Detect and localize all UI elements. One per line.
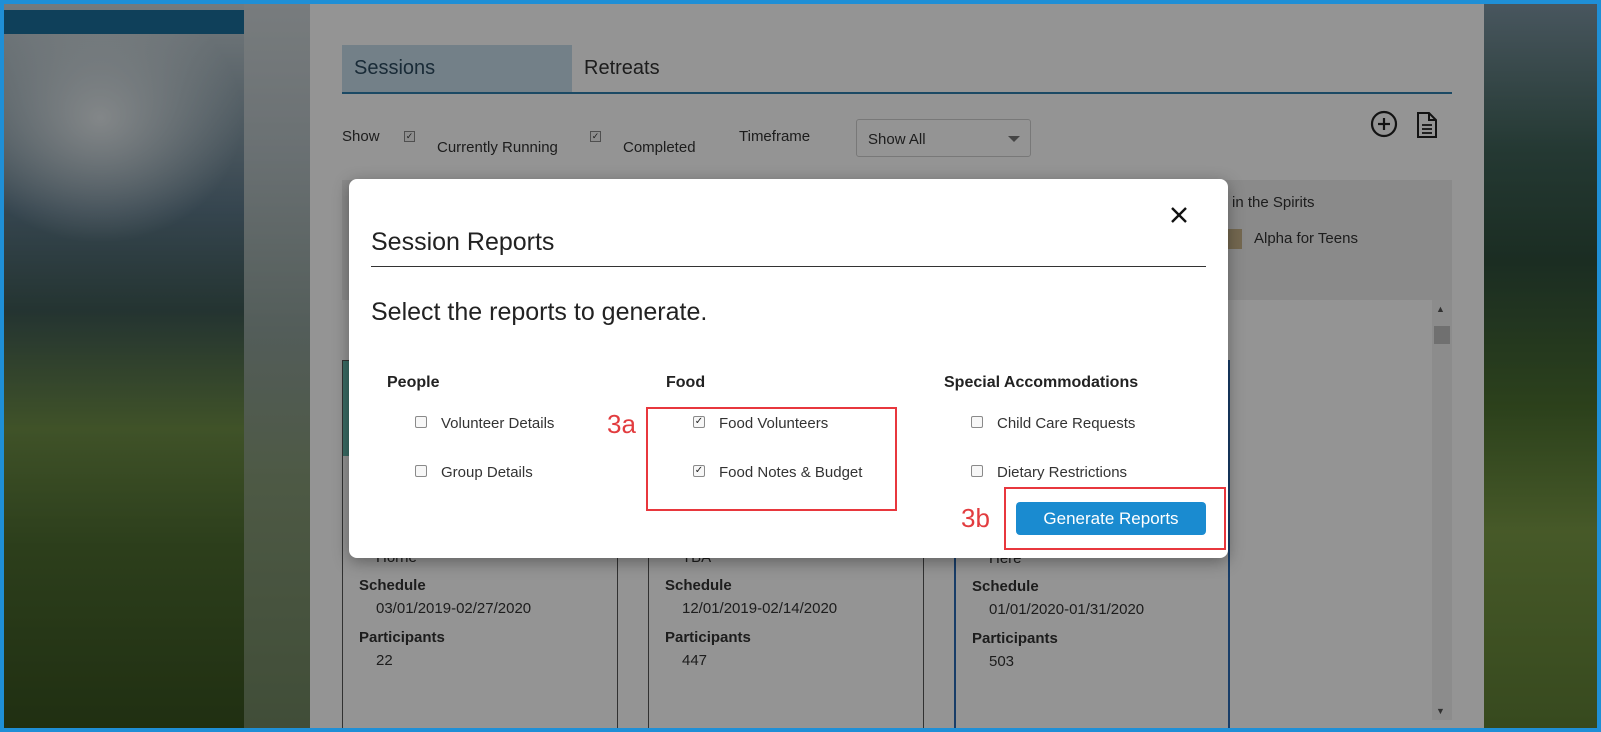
volunteer-details-label: Volunteer Details (441, 415, 555, 432)
card-schedule-label: Schedule (665, 577, 732, 594)
people-heading: People (387, 374, 440, 391)
legend-item-spirits: in the Spirits (1232, 194, 1315, 211)
tab-retreats[interactable]: Retreats (572, 45, 772, 92)
card-participants: 22 (376, 652, 393, 669)
currently-running-label: Currently Running (437, 139, 558, 156)
show-label: Show (342, 128, 380, 145)
background-landscape-right (1484, 4, 1597, 728)
completed-label: Completed (623, 139, 696, 156)
food-notes-budget-label: Food Notes & Budget (719, 464, 863, 481)
card-participants-label: Participants (359, 629, 445, 646)
food-notes-budget-checkbox[interactable]: ✓ (693, 465, 705, 477)
completed-checkbox[interactable]: ✓ (590, 131, 601, 142)
timeframe-select[interactable]: Show All (856, 119, 1031, 157)
modal-subtitle: Select the reports to generate. (371, 298, 708, 326)
annotation-label-3b: 3b (961, 503, 990, 533)
group-details-checkbox[interactable] (415, 465, 427, 477)
dietary-restrictions-label: Dietary Restrictions (997, 464, 1128, 481)
child-care-requests-label: Child Care Requests (997, 415, 1136, 432)
card-schedule: 01/01/2020-01/31/2020 (989, 601, 1145, 618)
card-schedule: 03/01/2019-02/27/2020 (376, 600, 532, 617)
child-care-requests-checkbox[interactable] (971, 416, 983, 428)
timeframe-label: Timeframe (739, 128, 811, 145)
currently-running-checkbox[interactable]: ✓ (404, 131, 415, 142)
scroll-up-icon[interactable]: ▲ (1436, 304, 1445, 314)
card-participants: 447 (682, 652, 708, 669)
scrollbar-track[interactable] (1432, 300, 1452, 720)
background-strip (244, 4, 310, 728)
annotation-label-3a: 3a (607, 409, 636, 439)
timeframe-select-value: Show All (868, 131, 926, 148)
group-details-label: Group Details (441, 464, 533, 481)
document-icon[interactable] (1412, 110, 1442, 140)
screenshot-frame: Sessions Retreats Show ✓ Currently Runni… (0, 0, 1601, 732)
food-volunteers-label: Food Volunteers (719, 415, 829, 432)
food-volunteers-checkbox[interactable]: ✓ (693, 416, 705, 428)
card-schedule-label: Schedule (359, 577, 426, 594)
tab-bar: Sessions Retreats (342, 45, 1452, 94)
add-circle-icon[interactable] (1370, 110, 1400, 140)
modal-title: Session Reports (371, 228, 555, 256)
card-schedule-label: Schedule (972, 578, 1039, 595)
chevron-down-icon (1008, 136, 1020, 142)
food-heading: Food (666, 374, 706, 391)
background-cloud (4, 34, 244, 244)
scrollbar-thumb[interactable] (1434, 326, 1450, 344)
background-header-bar (4, 10, 244, 34)
card-participants-label: Participants (972, 630, 1058, 647)
scroll-down-icon[interactable]: ▼ (1436, 706, 1445, 716)
volunteer-details-checkbox[interactable] (415, 416, 427, 428)
session-reports-modal: Session Reports Select the reports to ge… (349, 179, 1228, 558)
card-schedule: 12/01/2019-02/14/2020 (682, 600, 838, 617)
special-accommodations-heading: Special Accommodations (944, 374, 1139, 391)
close-icon[interactable] (1165, 201, 1193, 229)
tab-sessions[interactable]: Sessions (342, 45, 572, 92)
legend-item-teens: Alpha for Teens (1254, 230, 1358, 247)
card-participants-label: Participants (665, 629, 751, 646)
generate-reports-button[interactable]: Generate Reports (1016, 502, 1206, 535)
background-landscape-left (4, 4, 244, 728)
title-divider (371, 266, 1206, 267)
dietary-restrictions-checkbox[interactable] (971, 465, 983, 477)
card-participants: 503 (989, 653, 1015, 670)
